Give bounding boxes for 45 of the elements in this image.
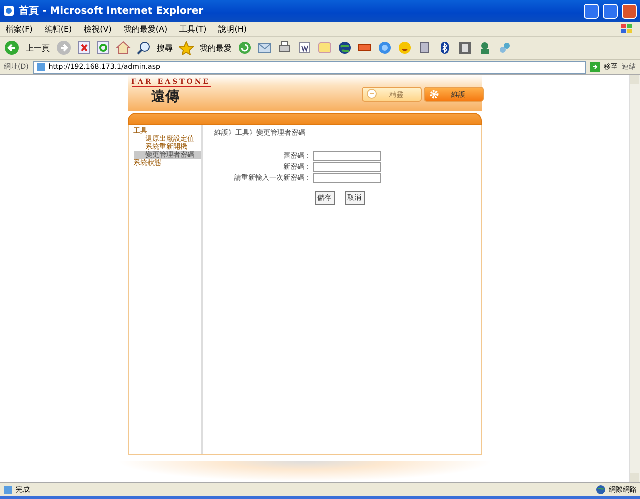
menu-item[interactable]: 說明(H) (218, 24, 247, 34)
home-icon[interactable] (116, 41, 131, 55)
password-field[interactable] (312, 150, 380, 161)
note-icon[interactable] (318, 41, 332, 55)
bluetooth-icon[interactable] (438, 41, 452, 55)
go-icon[interactable] (590, 62, 600, 72)
windows-logo-icon[interactable] (620, 23, 634, 35)
device-icon[interactable] (418, 41, 432, 55)
menu-item[interactable]: 檢視(V) (84, 24, 112, 34)
password-field[interactable] (312, 172, 380, 183)
back-button[interactable]: 上一頁 (26, 42, 50, 54)
bubbles-icon[interactable] (498, 41, 512, 55)
maximize-button[interactable] (603, 4, 618, 18)
window-title: 首頁 - Microsoft Internet Explorer (19, 4, 205, 18)
stop-icon[interactable] (78, 41, 91, 55)
printer-icon[interactable] (278, 41, 292, 55)
browser-icon[interactable] (3, 5, 15, 17)
minimize-button[interactable] (584, 4, 599, 18)
page-icon[interactable] (36, 62, 46, 72)
back-icon[interactable] (4, 40, 20, 56)
star-icon[interactable] (179, 41, 194, 55)
menu-item[interactable]: 工具(T) (180, 24, 207, 34)
password-field[interactable] (312, 162, 380, 172)
globe-icon[interactable] (338, 41, 352, 55)
film-icon[interactable] (458, 41, 472, 55)
page-icon[interactable] (3, 484, 13, 494)
history-icon[interactable] (238, 41, 252, 55)
menu-item[interactable]: 編輯(E) (44, 24, 72, 34)
close-button[interactable] (622, 4, 637, 18)
forward-icon[interactable] (56, 40, 72, 56)
mail-icon[interactable] (258, 41, 272, 55)
brand-name: 遠傳 (150, 88, 180, 106)
figure-icon[interactable] (478, 41, 492, 55)
gear-icon (428, 89, 440, 100)
search-button[interactable]: 搜尋 (157, 42, 173, 54)
scrollbar[interactable] (629, 75, 640, 482)
document-icon[interactable] (298, 41, 312, 55)
menu-item[interactable]: 我的最愛(A) (124, 24, 168, 34)
favorites-button[interactable]: 我的最愛 (200, 42, 232, 54)
smiley-icon[interactable] (398, 41, 412, 55)
disc-icon[interactable] (378, 41, 392, 55)
refresh-icon[interactable] (97, 41, 110, 55)
search-icon[interactable] (137, 41, 151, 55)
globe-icon[interactable] (596, 484, 606, 494)
menu-item[interactable]: 檔案(F) (6, 24, 33, 34)
